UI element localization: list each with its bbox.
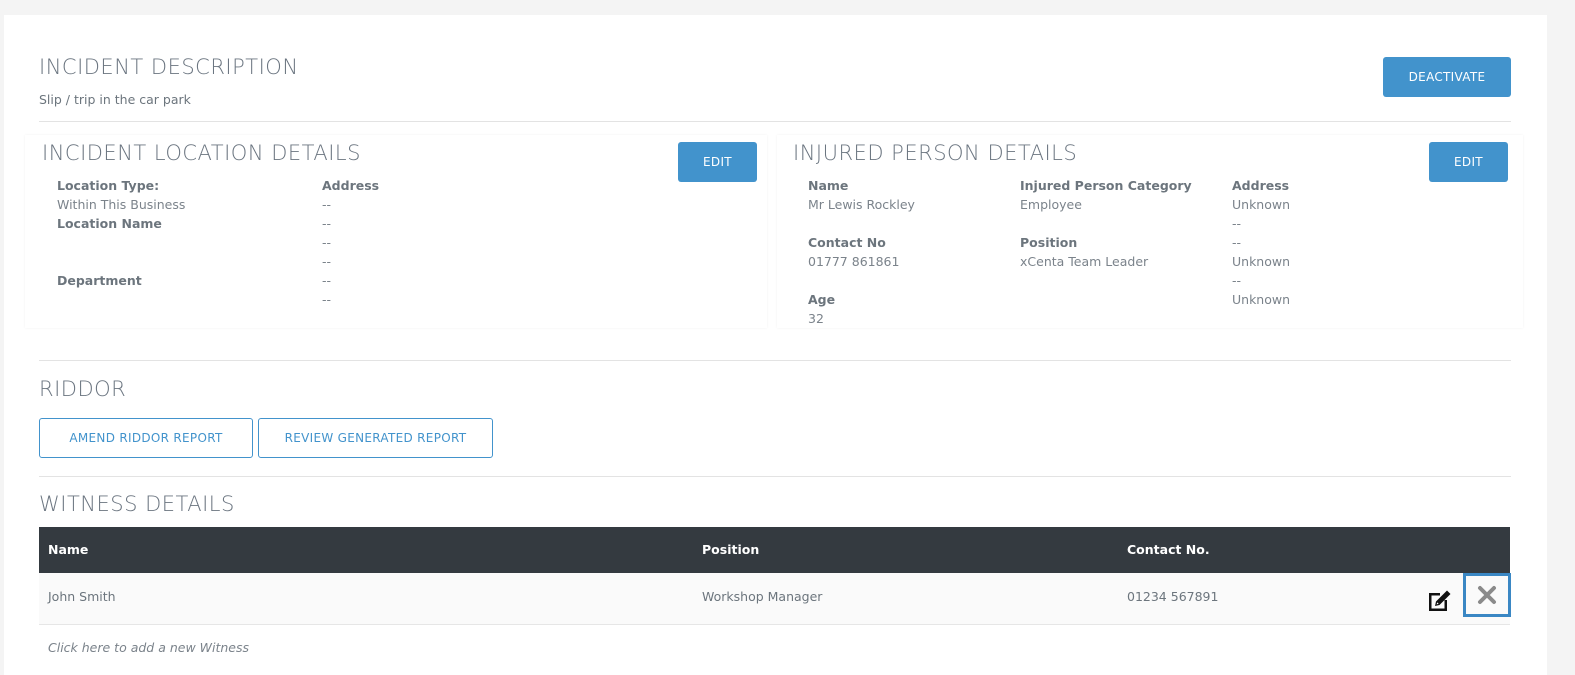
injured-name-value: Mr Lewis Rockley bbox=[808, 197, 915, 212]
table-row: John Smith Workshop Manager 01234 567891 bbox=[39, 573, 1511, 625]
injured-address-line: -- bbox=[1232, 273, 1242, 288]
amend-riddor-report-button[interactable]: AMEND RIDDOR REPORT bbox=[39, 418, 253, 458]
close-icon bbox=[1478, 586, 1496, 604]
location-type-value: Within This Business bbox=[57, 197, 186, 212]
location-name-label: Location Name bbox=[57, 216, 162, 231]
delete-witness-button[interactable] bbox=[1463, 573, 1511, 617]
divider bbox=[39, 360, 1511, 361]
edit-icon bbox=[1429, 590, 1451, 611]
location-address-line: -- bbox=[322, 273, 332, 288]
divider bbox=[39, 476, 1511, 477]
location-address-line: -- bbox=[322, 254, 332, 269]
injured-name-label: Name bbox=[808, 178, 849, 193]
column-header-name: Name bbox=[48, 542, 89, 557]
review-generated-report-button[interactable]: REVIEW GENERATED REPORT bbox=[258, 418, 493, 458]
injured-address-line: Unknown bbox=[1232, 254, 1291, 269]
witness-details-title: WITNESS DETAILS bbox=[39, 492, 235, 516]
location-address-line: -- bbox=[322, 216, 332, 231]
add-witness-row[interactable]: Click here to add a new Witness bbox=[39, 625, 1510, 675]
incident-card: INCIDENT DESCRIPTION Slip / trip in the … bbox=[4, 15, 1547, 675]
injured-age-value: 32 bbox=[808, 311, 824, 326]
injured-address-line: Unknown bbox=[1232, 197, 1291, 212]
incident-location-title: INCIDENT LOCATION DETAILS bbox=[42, 141, 361, 165]
injured-address-line: -- bbox=[1232, 235, 1242, 250]
riddor-title: RIDDOR bbox=[39, 377, 127, 401]
injured-age-label: Age bbox=[808, 292, 836, 307]
location-type-label: Location Type: bbox=[57, 178, 160, 193]
witness-contact-cell: 01234 567891 bbox=[1127, 589, 1219, 604]
witness-table-header: Name Position Contact No. bbox=[39, 527, 1510, 573]
add-witness-link[interactable]: Click here to add a new Witness bbox=[48, 640, 249, 655]
injured-category-label: Injured Person Category bbox=[1020, 178, 1192, 193]
incident-description-text: Slip / trip in the car park bbox=[39, 92, 191, 107]
location-address-label: Address bbox=[322, 178, 380, 193]
injured-contact-label: Contact No bbox=[808, 235, 886, 250]
injured-address-line: Unknown bbox=[1232, 292, 1291, 307]
witness-position-cell: Workshop Manager bbox=[702, 589, 823, 604]
injured-contact-value: 01777 861861 bbox=[808, 254, 900, 269]
location-address-line: -- bbox=[322, 197, 332, 212]
location-address-line: -- bbox=[322, 292, 332, 307]
witness-name-cell: John Smith bbox=[48, 589, 116, 604]
divider bbox=[39, 121, 1511, 122]
location-address-line: -- bbox=[322, 235, 332, 250]
incident-description-title: INCIDENT DESCRIPTION bbox=[39, 55, 299, 79]
injured-position-value: xCenta Team Leader bbox=[1020, 254, 1149, 269]
injured-category-value: Employee bbox=[1020, 197, 1082, 212]
injured-position-label: Position bbox=[1020, 235, 1078, 250]
injured-person-title: INJURED PERSON DETAILS bbox=[793, 141, 1078, 165]
column-header-position: Position bbox=[702, 542, 760, 557]
edit-witness-button[interactable] bbox=[1422, 583, 1456, 617]
injured-address-label: Address bbox=[1232, 178, 1290, 193]
edit-location-button[interactable]: EDIT bbox=[678, 142, 757, 182]
department-label: Department bbox=[57, 273, 142, 288]
edit-injured-person-button[interactable]: EDIT bbox=[1429, 142, 1508, 182]
column-header-contact: Contact No. bbox=[1127, 542, 1210, 557]
deactivate-button[interactable]: DEACTIVATE bbox=[1383, 57, 1511, 97]
injured-address-line: -- bbox=[1232, 216, 1242, 231]
